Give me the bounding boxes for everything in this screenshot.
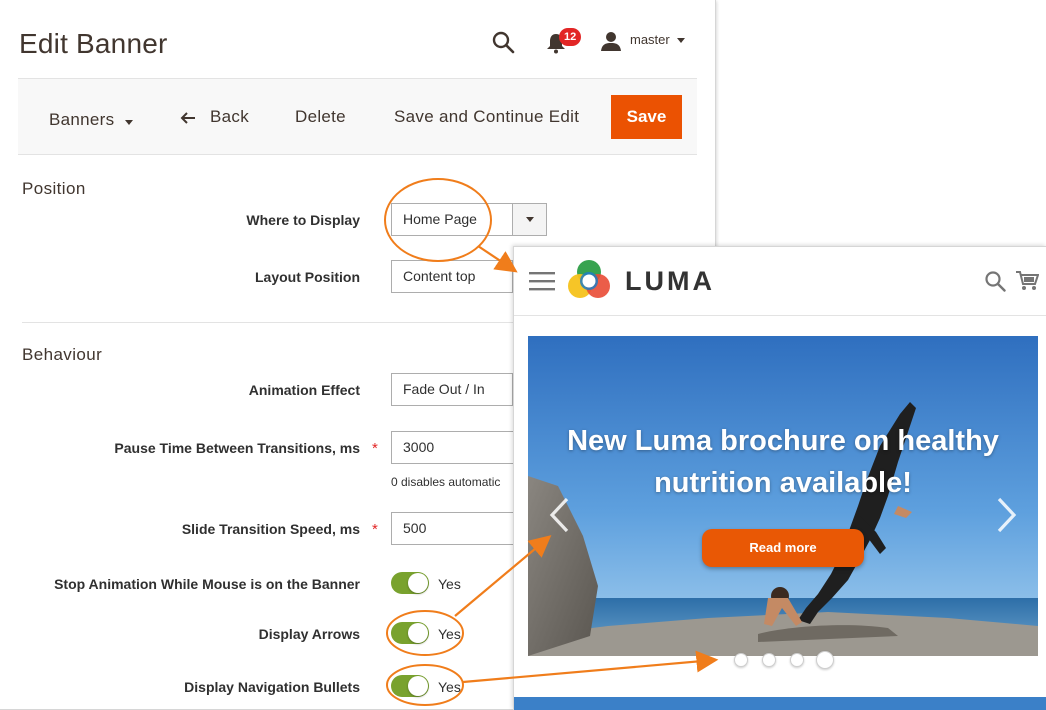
navigation-bullet[interactable] — [790, 653, 804, 667]
search-icon[interactable] — [491, 30, 515, 54]
banners-dropdown[interactable]: Banners — [49, 110, 114, 130]
luma-logo-icon[interactable] — [566, 258, 612, 304]
arrow-left-icon[interactable] — [180, 110, 196, 126]
where-to-display-value: Home Page — [403, 211, 477, 227]
navigation-bullet[interactable] — [816, 651, 834, 669]
stop-animation-toggle[interactable] — [391, 572, 429, 594]
shopping-cart-icon[interactable] — [1015, 269, 1039, 293]
page-actions-bar: Banners Back Delete Save and Continue Ed… — [18, 78, 697, 155]
chevron-down-icon[interactable] — [512, 204, 546, 235]
next-section-strip — [514, 697, 1046, 710]
navigation-bullet[interactable] — [762, 653, 776, 667]
pause-time-note: 0 disables automatic — [391, 475, 501, 489]
user-menu[interactable]: master — [630, 32, 670, 47]
hamburger-menu-icon[interactable] — [529, 270, 555, 292]
store-header: LUMA — [514, 247, 1046, 316]
pause-time-value: 3000 — [403, 439, 435, 455]
banner-headline: New Luma brochure on healthy nutrition a… — [567, 425, 999, 499]
notification-badge[interactable]: 12 — [559, 28, 582, 46]
layout-position-value: Content top — [403, 268, 476, 284]
navigation-bullet[interactable] — [734, 653, 748, 667]
pause-time-label: Pause Time Between Transitions, ms — [114, 440, 360, 456]
layout-position-label: Layout Position — [255, 269, 360, 285]
chevron-left-icon[interactable] — [548, 496, 570, 534]
chevron-down-icon[interactable] — [677, 38, 685, 43]
display-arrows-toggle[interactable] — [391, 622, 429, 644]
page-title: Edit Banner — [19, 28, 168, 59]
user-avatar-icon[interactable] — [600, 30, 622, 52]
display-bullets-value: Yes — [438, 679, 461, 695]
display-bullets-toggle[interactable] — [391, 675, 429, 697]
where-to-display-select[interactable]: Home Page — [391, 203, 547, 236]
save-button[interactable]: Save — [611, 95, 682, 139]
chevron-right-icon[interactable] — [996, 496, 1018, 534]
stop-animation-value: Yes — [438, 576, 461, 592]
search-icon[interactable] — [984, 270, 1006, 292]
delete-button[interactable]: Delete — [295, 107, 346, 127]
back-button[interactable]: Back — [210, 107, 249, 127]
display-arrows-label: Display Arrows — [258, 626, 360, 642]
save-and-continue-button[interactable]: Save and Continue Edit — [394, 107, 579, 127]
animation-effect-label: Animation Effect — [248, 382, 360, 398]
display-bullets-label: Display Navigation Bullets — [184, 679, 360, 695]
section-title-behaviour: Behaviour — [22, 345, 103, 364]
animation-effect-value: Fade Out / In — [403, 381, 485, 397]
toggle-knob — [408, 676, 428, 696]
section-title-position: Position — [22, 179, 86, 198]
required-asterisk: * — [372, 440, 378, 457]
toggle-knob — [408, 573, 428, 593]
storefront-preview: LUMA New Luma brochure on healthy nutrit… — [513, 246, 1046, 710]
required-asterisk: * — [372, 521, 378, 538]
chevron-down-icon[interactable] — [125, 120, 133, 125]
luma-wordmark[interactable]: LUMA — [625, 266, 715, 297]
transition-speed-value: 500 — [403, 520, 427, 536]
transition-speed-label: Slide Transition Speed, ms — [181, 521, 360, 537]
stop-animation-label: Stop Animation While Mouse is on the Ban… — [54, 576, 360, 592]
read-more-button[interactable]: Read more — [702, 529, 864, 567]
toggle-knob — [408, 623, 428, 643]
banner-slide[interactable]: New Luma brochure on healthy nutrition a… — [528, 336, 1038, 656]
display-arrows-value: Yes — [438, 626, 461, 642]
where-to-display-label: Where to Display — [246, 212, 360, 228]
